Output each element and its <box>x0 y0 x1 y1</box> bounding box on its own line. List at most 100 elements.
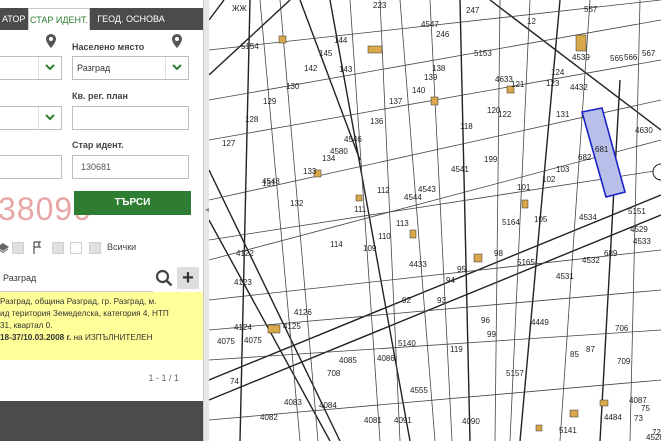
parcel-label: 99 <box>487 330 496 339</box>
layer-checkbox[interactable] <box>52 242 64 254</box>
layers-icon[interactable] <box>0 242 9 254</box>
parcel-label: 4075 <box>244 336 262 345</box>
result-line-status: 18-37/10.03.2008 г. на ИЗПЪЛНИТЕЛЕН <box>0 333 153 342</box>
parcel-label: 5141 <box>559 426 577 435</box>
parcel-label: 131 <box>262 179 276 188</box>
parcel-label: 5151 <box>628 207 646 216</box>
parcel-label: 4532 <box>582 256 600 265</box>
parcel-label: 127 <box>222 139 236 148</box>
parcel-label: 138 <box>432 64 446 73</box>
map-marker-icon[interactable] <box>652 163 661 181</box>
parcel-label: 96 <box>481 316 490 325</box>
parcel-label: 689 <box>604 249 618 258</box>
parcel-label: 4528 <box>646 433 661 441</box>
chevron-down-icon <box>165 57 188 79</box>
parcel-label: 4529 <box>630 225 648 234</box>
tab-administrator[interactable]: АТОР <box>0 8 28 30</box>
settlement-label: Населено място <box>72 42 145 52</box>
parcel-label: 5154 <box>241 42 259 51</box>
parcel-label: 118 <box>460 122 473 131</box>
tab-geodetic-basis[interactable]: ГЕОД. ОСНОВА <box>96 8 166 30</box>
parcel-label: 4084 <box>319 401 337 410</box>
result-search-row: Разград + <box>0 265 203 292</box>
parcel-label: 109 <box>363 244 377 253</box>
parcel-label: 131 <box>556 110 570 119</box>
parcel-label: 4541 <box>451 165 469 174</box>
search-button[interactable]: ТЪРСИ <box>74 191 191 215</box>
parcel-label: 129 <box>263 97 277 106</box>
settlement-select[interactable]: Разград <box>72 56 189 80</box>
parcel-label: 144 <box>334 36 348 45</box>
parcel-label: 75 <box>641 404 650 413</box>
parcel-label: 4082 <box>260 413 278 422</box>
location-pin-icon <box>172 34 182 48</box>
cadastral-plan-input[interactable] <box>72 106 189 130</box>
parcel-label: 5164 <box>502 218 520 227</box>
parcel-label: 708 <box>327 369 341 378</box>
parcel-label: 136 <box>370 117 384 126</box>
all-layers-label: Всички <box>107 242 137 252</box>
parcel-label: 4083 <box>284 398 302 407</box>
layer-checkbox[interactable] <box>12 242 24 254</box>
parcel-label: 145 <box>319 49 333 58</box>
parcel-label: 133 <box>303 167 317 176</box>
parcel-label: 87 <box>586 345 595 354</box>
cadastral-map[interactable]: 223 4547 247 12 557 5154 144 246 5153 4539 565 566 5… <box>209 0 661 441</box>
result-item[interactable]: Разград, община Разград, гр. Разград, м.… <box>0 292 203 360</box>
pager: 1 - 1 / 1 <box>148 373 179 383</box>
parcel-label: 4433 <box>409 260 427 269</box>
parcel-label: 4531 <box>556 272 574 281</box>
parcel-label: 4125 <box>283 322 301 331</box>
search-panel: АТОР СТАР ИДЕНТ. ГЕОД. ОСНОВА Населено м… <box>0 0 203 441</box>
parcel-label: 110 <box>378 232 391 241</box>
parcel-label: 4547 <box>421 20 439 29</box>
parcel-label: 4075 <box>217 337 235 346</box>
add-icon[interactable]: + <box>177 267 199 289</box>
parcel-label: 5140 <box>398 339 416 348</box>
parcel-label: 682 <box>578 153 592 162</box>
map-canvas[interactable]: 223 4547 247 12 557 5154 144 246 5153 4539 565 566 5… <box>209 0 661 441</box>
result-status: на ИЗПЪЛНИТЕЛЕН <box>71 333 153 342</box>
parcel-label: 565 <box>610 54 624 63</box>
parcel-label: 101 <box>517 183 531 192</box>
parcel-label: 124 <box>551 68 565 77</box>
layer-checkbox[interactable] <box>70 242 82 254</box>
result-line: 31, квартал 0. <box>0 321 53 330</box>
parcel-label: 4555 <box>410 386 428 395</box>
parcel-label: 12 <box>527 17 536 26</box>
parcel-label: 4546 <box>344 135 362 144</box>
parcel-label: 246 <box>436 30 450 39</box>
area-select[interactable] <box>0 106 62 130</box>
search-icon[interactable] <box>155 269 173 287</box>
result-search-input[interactable]: Разград <box>0 265 153 292</box>
parcel-label: 94 <box>446 276 455 285</box>
parcel-label: 73 <box>634 414 643 423</box>
parcel-label: 4533 <box>633 237 651 246</box>
settlement-value: Разград <box>77 63 111 73</box>
parcel-label: 4090 <box>462 417 480 426</box>
parcel-label: 130 <box>286 82 300 91</box>
parcel-label: 4126 <box>294 308 312 317</box>
flag-icon[interactable] <box>32 241 42 254</box>
old-identifier-input[interactable]: 130681 <box>72 155 189 179</box>
prefix-input[interactable] <box>0 155 62 179</box>
parcel-label: 111 <box>354 205 367 214</box>
road-label: ЖЖ <box>232 4 247 13</box>
layer-checkbox[interactable] <box>89 242 101 254</box>
chevron-down-icon <box>38 57 61 79</box>
parcel-label: 140 <box>412 86 426 95</box>
parcel-label: 557 <box>584 5 598 14</box>
tab-bar: АТОР СТАР ИДЕНТ. ГЕОД. ОСНОВА <box>0 8 203 30</box>
parcel-label: 134 <box>322 154 336 163</box>
municipality-select[interactable] <box>0 56 62 80</box>
parcel-label: 4086 <box>377 354 395 363</box>
parcel-label: 93 <box>437 296 446 305</box>
parcel-label: 132 <box>290 199 304 208</box>
parcel-label: 98 <box>494 249 503 258</box>
parcel-label: 119 <box>450 345 463 354</box>
tab-old-identifier[interactable]: СТАР ИДЕНТ. <box>28 8 90 30</box>
bottom-bar <box>0 401 203 441</box>
location-pin-icon <box>46 34 56 48</box>
parcel-label: 567 <box>642 49 656 58</box>
parcel-label: 4484 <box>604 413 622 422</box>
